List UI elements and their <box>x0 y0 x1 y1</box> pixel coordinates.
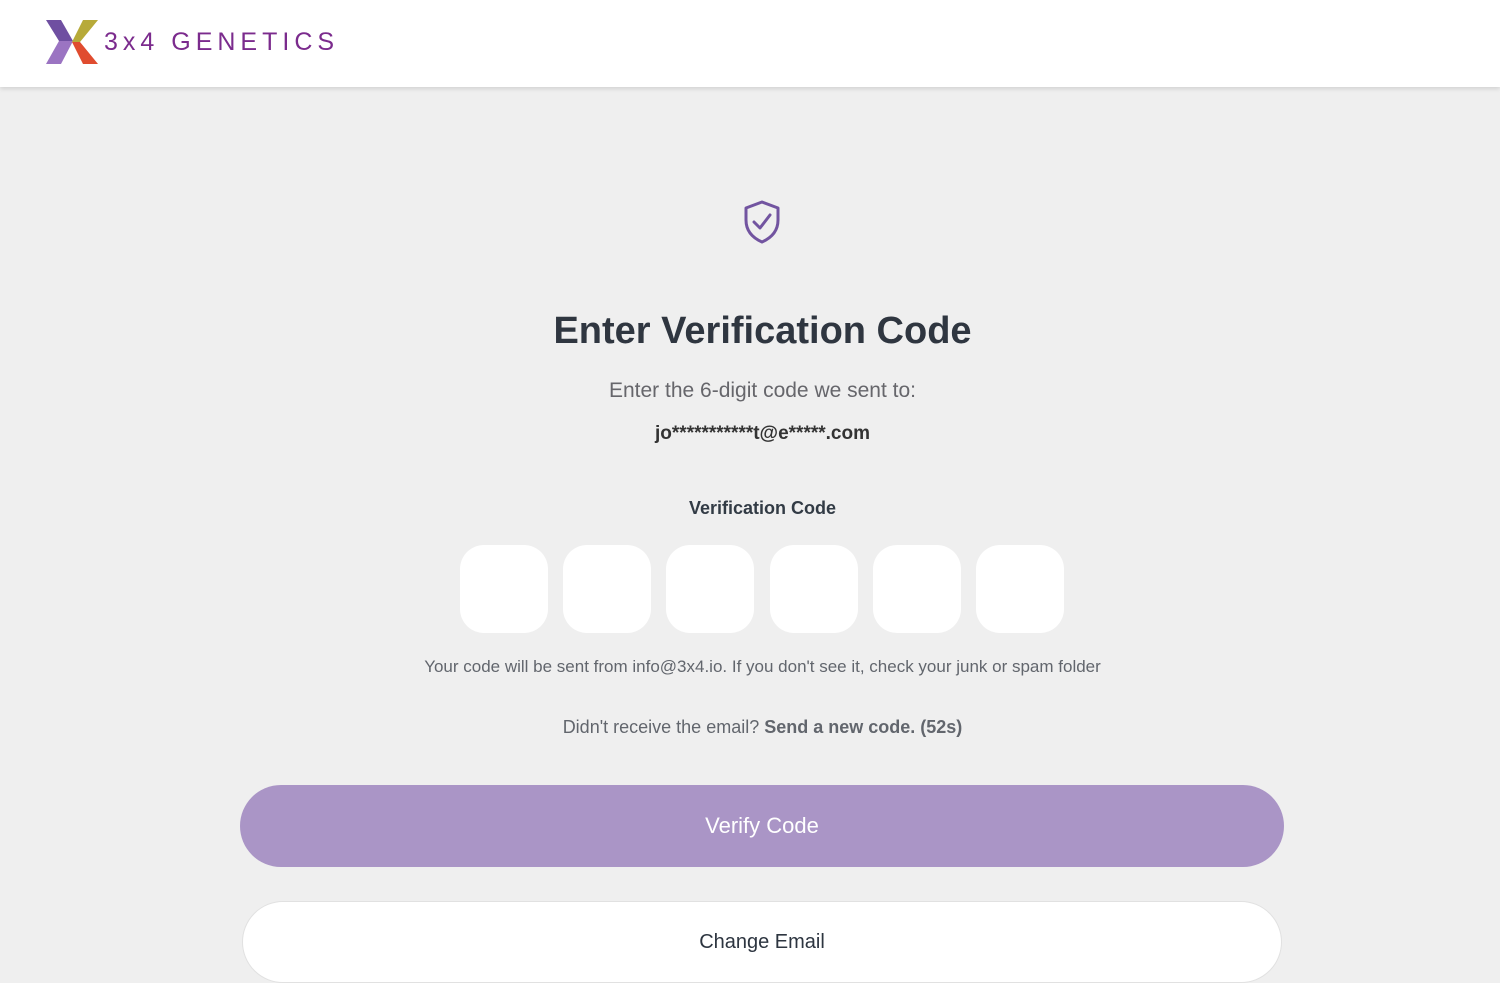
verification-code-label: Verification Code <box>688 498 837 518</box>
send-new-code-link[interactable]: Send a new code. (52s) <box>764 717 962 737</box>
brand-name: 3x4 GENETICS <box>104 28 340 56</box>
sender-hint-text: Your code will be sent from info@3x4.io.… <box>424 657 1101 676</box>
site-header: 3x4 GENETICS <box>0 0 1500 87</box>
instruction-text: Enter the 6-digit code we sent to: <box>608 379 916 402</box>
code-digit-6-input[interactable] <box>975 545 1064 633</box>
code-digit-5-input[interactable] <box>872 545 961 633</box>
masked-email-address: jo***********t@e*****.com <box>655 423 870 444</box>
shield-check-icon <box>744 200 780 244</box>
x-logo-icon <box>46 20 98 64</box>
resend-code-row: Didn't receive the email? Send a new cod… <box>0 713 1500 741</box>
resend-prompt: Didn't receive the email? <box>562 717 765 737</box>
code-digit-4-input[interactable] <box>769 545 858 633</box>
verify-code-button[interactable]: Verify Code <box>240 785 1284 867</box>
verification-code-inputs <box>460 545 1064 633</box>
change-email-button[interactable]: Change Email <box>242 901 1282 983</box>
brand-logo-link[interactable]: 3x4 GENETICS <box>46 20 339 64</box>
code-digit-1-input[interactable] <box>460 545 548 633</box>
verification-page: Enter Verification Code Enter the 6-digi… <box>0 87 1500 983</box>
code-digit-2-input[interactable] <box>563 545 652 633</box>
code-digit-3-input[interactable] <box>666 545 755 633</box>
page-title: Enter Verification Code <box>553 310 972 352</box>
